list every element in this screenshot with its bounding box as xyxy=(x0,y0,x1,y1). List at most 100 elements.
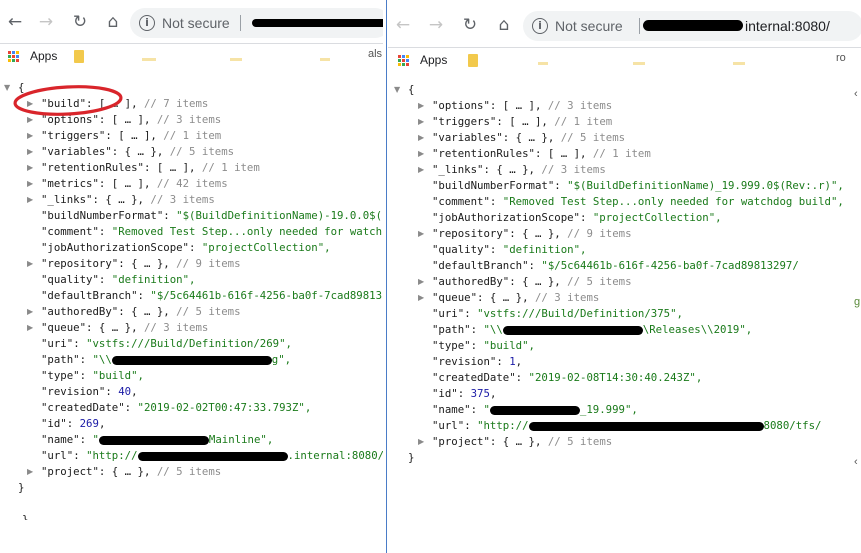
json-collapsed-value[interactable]: [ … ] xyxy=(112,177,144,190)
expand-toggle-icon[interactable]: ▶ xyxy=(418,117,424,126)
expand-toggle-icon[interactable]: ▶ xyxy=(418,293,424,302)
json-line[interactable]: "options": [ … ], // 3 items xyxy=(432,98,612,114)
expand-toggle-icon[interactable]: ▶ xyxy=(418,165,424,174)
json-collapsed-value[interactable]: { … } xyxy=(522,275,554,288)
home-icon[interactable]: ⌂ xyxy=(102,11,124,33)
bookmark-item[interactable] xyxy=(538,62,548,65)
json-line[interactable]: "retentionRules": [ … ], // 1 item xyxy=(41,160,260,176)
json-line[interactable]: "triggers": [ … ], // 1 item xyxy=(41,128,221,144)
json-collapsed-value[interactable]: { … } xyxy=(490,291,522,304)
bookmark-item[interactable] xyxy=(633,62,645,65)
json-collapsed-value[interactable]: { … } xyxy=(503,435,535,448)
json-line[interactable]: "authoredBy": { … }, // 5 items xyxy=(41,304,241,320)
json-string-value: "projectCollection", xyxy=(592,211,722,224)
cropped-edge-text: g xyxy=(854,296,861,308)
expand-toggle-icon[interactable]: ▶ xyxy=(27,307,33,316)
json-collapsed-value[interactable]: { … } xyxy=(125,145,157,158)
json-line: "path": "\\ g", xyxy=(41,353,292,366)
reload-icon[interactable]: ↻ xyxy=(69,11,91,33)
expand-toggle-icon[interactable]: ▶ xyxy=(27,323,33,332)
json-line: "uri": "vstfs:///Build/Definition/269", xyxy=(41,337,292,350)
expand-toggle-icon[interactable]: ▶ xyxy=(27,259,33,268)
json-punctuation: , xyxy=(131,385,138,398)
json-collapsed-value[interactable]: { … } xyxy=(516,131,548,144)
json-collapsed-value[interactable]: { … } xyxy=(105,193,137,206)
apps-label: Apps xyxy=(420,53,448,67)
collapse-toggle-icon[interactable]: ▼ xyxy=(394,85,400,94)
json-line[interactable]: "repository": { … }, // 9 items xyxy=(432,226,632,242)
json-collapsed-value[interactable]: [ … ] xyxy=(509,115,541,128)
home-icon[interactable]: ⌂ xyxy=(493,14,515,36)
forward-arrow-icon[interactable]: → xyxy=(425,14,447,36)
reload-icon[interactable]: ↻ xyxy=(459,14,481,36)
expand-toggle-icon[interactable]: ▶ xyxy=(418,437,424,446)
bookmark-item[interactable] xyxy=(320,58,330,61)
forward-arrow-icon[interactable]: → xyxy=(35,11,57,33)
json-collapsed-value[interactable]: { … } xyxy=(112,465,144,478)
expand-toggle-icon[interactable]: ▶ xyxy=(27,179,33,188)
json-item-count: // 3 items xyxy=(541,163,606,176)
apps-grid-icon xyxy=(8,51,20,63)
bookmark-item[interactable] xyxy=(733,62,745,65)
json-key: "jobAuthorizationScope" xyxy=(432,211,580,224)
json-line[interactable]: "variables": { … }, // 5 items xyxy=(41,144,234,160)
expand-toggle-icon[interactable]: ▶ xyxy=(27,163,33,172)
json-line[interactable]: "project": { … }, // 5 items xyxy=(432,434,612,450)
json-key: "uri" xyxy=(41,337,74,350)
expand-toggle-icon[interactable]: ▶ xyxy=(27,131,33,140)
expand-toggle-icon[interactable]: ▶ xyxy=(418,277,424,286)
json-key: "type" xyxy=(41,369,80,382)
json-collapsed-value[interactable]: [ … ] xyxy=(548,147,580,160)
omnibox-divider xyxy=(639,18,640,34)
json-item-count: // 3 items xyxy=(547,99,613,112)
json-collapsed-value[interactable]: { … } xyxy=(522,227,554,240)
json-line[interactable]: "repository": { … }, // 9 items xyxy=(41,256,241,272)
json-line[interactable]: "metrics": [ … ], // 42 items xyxy=(41,176,228,192)
json-item-count: // 3 items xyxy=(534,291,600,304)
json-line: "jobAuthorizationScope": "projectCollect… xyxy=(41,241,331,254)
bookmark-item[interactable] xyxy=(142,58,156,61)
bookmark-item[interactable] xyxy=(230,58,242,61)
json-line[interactable]: "_links": { … }, // 3 items xyxy=(41,192,215,208)
json-collapsed-value[interactable]: { … } xyxy=(131,305,163,318)
json-collapsed-value[interactable]: { … } xyxy=(99,321,131,334)
expand-toggle-icon[interactable]: ▶ xyxy=(27,147,33,156)
expand-toggle-icon[interactable]: ▶ xyxy=(27,467,33,476)
expand-toggle-icon[interactable]: ▶ xyxy=(418,229,424,238)
json-line[interactable]: "retentionRules": [ … ], // 1 item xyxy=(432,146,651,162)
json-line[interactable]: "project": { … }, // 5 items xyxy=(41,464,221,480)
back-arrow-icon[interactable]: ← xyxy=(392,14,414,36)
json-line[interactable]: "authoredBy": { … }, // 5 items xyxy=(432,274,632,290)
back-arrow-icon[interactable]: ← xyxy=(4,11,26,33)
info-icon[interactable]: i xyxy=(532,18,548,34)
json-line[interactable]: "variables": { … }, // 5 items xyxy=(432,130,625,146)
json-collapsed-value[interactable]: [ … ] xyxy=(118,129,150,142)
json-line: "id": 375, xyxy=(432,387,497,400)
expand-toggle-icon[interactable]: ▶ xyxy=(418,101,424,110)
json-string-value: " xyxy=(92,433,99,446)
expand-toggle-icon[interactable]: ▶ xyxy=(418,133,424,142)
json-line[interactable]: "_links": { … }, // 3 items xyxy=(432,162,606,178)
bookmarks-bar: Apps als xyxy=(0,44,383,70)
info-icon[interactable]: i xyxy=(139,15,155,31)
json-line: "createdDate": "2019-02-02T00:47:33.793Z… xyxy=(41,401,312,414)
json-line[interactable]: "queue": { … }, // 3 items xyxy=(432,290,599,306)
json-close-brace: } xyxy=(408,451,415,464)
json-key: "path" xyxy=(432,323,471,336)
json-line[interactable]: "queue": { … }, // 3 items xyxy=(41,320,208,336)
collapse-toggle-icon[interactable]: ▼ xyxy=(4,83,10,92)
json-line[interactable]: "triggers": [ … ], // 1 item xyxy=(432,114,612,130)
address-bar[interactable]: i Not secure xyxy=(130,8,383,38)
cropped-edge-text: ‹ xyxy=(854,88,858,100)
json-collapsed-value[interactable]: [ … ] xyxy=(157,161,189,174)
json-key: "createdDate" xyxy=(432,371,516,384)
json-collapsed-value[interactable]: { … } xyxy=(496,163,528,176)
json-collapsed-value[interactable]: { … } xyxy=(131,257,163,270)
json-string-value: "projectCollection", xyxy=(201,241,331,254)
json-collapsed-value[interactable]: [ … ] xyxy=(503,99,535,112)
address-bar[interactable]: i Not secure internal:8080/ xyxy=(523,11,861,41)
bookmark-folder-icon[interactable] xyxy=(468,54,478,67)
expand-toggle-icon[interactable]: ▶ xyxy=(418,149,424,158)
expand-toggle-icon[interactable]: ▶ xyxy=(27,195,33,204)
bookmark-folder-icon[interactable] xyxy=(74,50,84,63)
